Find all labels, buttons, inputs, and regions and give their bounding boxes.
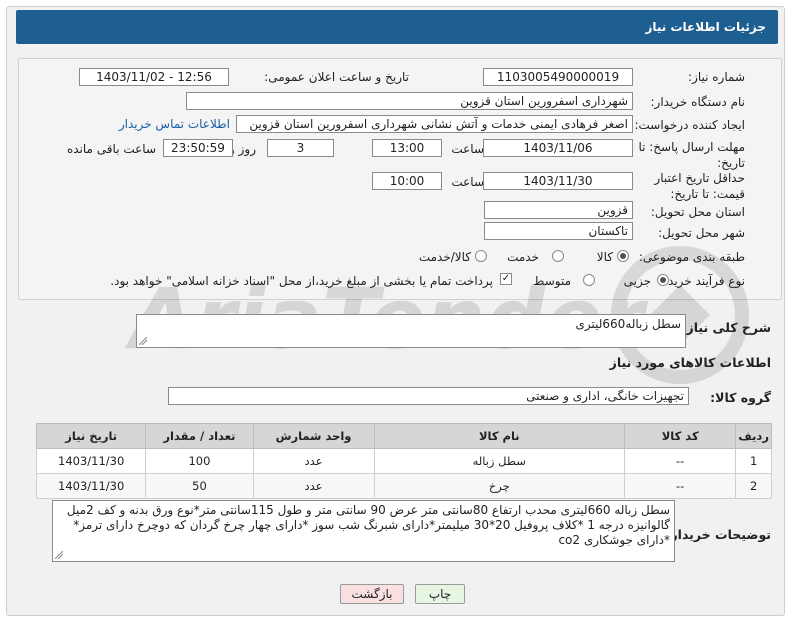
- row-date: 1403/11/30: [35, 448, 147, 474]
- description-text: سطل زباله660لیتری: [575, 317, 681, 331]
- row-code: --: [623, 473, 737, 499]
- buyer-org-field[interactable]: شهرداری اسفرورین استان قزوین: [186, 92, 633, 110]
- city-label: شهر محل تحویل:: [658, 226, 745, 240]
- category-radio-service[interactable]: [552, 250, 564, 262]
- buyer-org-label: نام دستگاه خریدار:: [650, 95, 746, 109]
- buyer-notes-textarea[interactable]: سطل زباله 660لیتری محدب ارتفاع 80سانتی م…: [52, 500, 675, 562]
- validity-time-field[interactable]: 10:00: [372, 172, 442, 190]
- contact-info-link[interactable]: اطلاعات تماس خریدار: [119, 117, 230, 131]
- validity-time-label: ساعت: [451, 175, 484, 189]
- table-header-row: ردیف کد کالا نام کالا واحد شمارش تعداد /…: [35, 423, 772, 449]
- row-qty: 100: [145, 448, 254, 474]
- requester-field[interactable]: اصغر فرهادی ایمنی خدمات و آتش نشانی شهرد…: [236, 115, 633, 133]
- description-textarea[interactable]: سطل زباله660لیتری: [136, 314, 686, 348]
- remaining-time-field[interactable]: 23:50:59: [163, 139, 233, 157]
- category-option-goods-service: کالا/خدمت: [418, 250, 471, 264]
- col-code-header: کد کالا: [623, 423, 737, 449]
- need-number-field[interactable]: 1103005490000019: [483, 68, 633, 86]
- process-radio-medium[interactable]: [583, 274, 595, 286]
- days-label: روز و: [229, 142, 256, 156]
- goods-table: ردیف کد کالا نام کالا واحد شمارش تعداد /…: [35, 423, 772, 499]
- buyer-notes-label: توضیحات خریدار:: [665, 527, 771, 542]
- validity-label: حداقل تاریخ اعتبار قیمت: تا تاریخ:: [654, 171, 745, 201]
- row-code: --: [623, 448, 737, 474]
- print-button[interactable]: چاپ: [415, 584, 465, 604]
- buyer-notes-text: سطل زباله 660لیتری محدب ارتفاع 80سانتی م…: [66, 503, 670, 547]
- process-radio-minor[interactable]: [657, 274, 669, 286]
- row-date: 1403/11/30: [35, 473, 147, 499]
- col-row-header: ردیف: [735, 423, 772, 449]
- process-label: نوع فرآیند خرید :: [660, 274, 745, 288]
- announce-label: تاریخ و ساعت اعلان عمومی:: [264, 70, 409, 84]
- description-label: شرح کلی نیاز:: [681, 320, 771, 335]
- need-number-label: شماره نیاز:: [688, 70, 745, 84]
- table-row[interactable]: 2 -- چرخ عدد 50 1403/11/30: [35, 473, 772, 499]
- remaining-label: ساعت باقی مانده: [66, 142, 156, 156]
- row-number: 1: [735, 448, 772, 474]
- goods-section-title: اطلاعات کالاهای مورد نیاز: [609, 355, 771, 370]
- payment-checkbox[interactable]: ✓: [500, 273, 512, 285]
- process-option-medium: متوسط: [533, 274, 571, 288]
- col-qty-header: تعداد / مقدار: [145, 423, 254, 449]
- row-qty: 50: [145, 473, 254, 499]
- goods-group-field[interactable]: تجهیزات خانگی، اداری و صنعتی: [168, 387, 689, 405]
- province-label: استان محل تحویل:: [650, 205, 745, 219]
- validity-date-field[interactable]: 1403/11/30: [483, 172, 633, 190]
- announce-field[interactable]: 1403/11/02 - 12:56: [79, 68, 229, 86]
- col-name-header: نام کالا: [373, 423, 625, 449]
- payment-note: پرداخت تمام یا بخشی از مبلغ خرید،از محل …: [110, 274, 493, 288]
- title-bar: جزئیات اطلاعات نیاز: [16, 10, 778, 44]
- goods-group-label: گروه کالا:: [710, 390, 771, 405]
- reply-date-field[interactable]: 1403/11/06: [483, 139, 633, 157]
- province-field[interactable]: قزوین: [484, 201, 633, 219]
- category-option-service: خدمت: [507, 250, 539, 264]
- row-number: 2: [735, 473, 772, 499]
- category-radio-goods-service[interactable]: [475, 250, 487, 262]
- row-name: چرخ: [373, 473, 625, 499]
- col-date-header: تاریخ نیاز: [35, 423, 147, 449]
- row-unit: عدد: [252, 448, 375, 474]
- reply-time-field[interactable]: 13:00: [372, 139, 442, 157]
- city-field[interactable]: تاکستان: [484, 222, 633, 240]
- requester-label: ایجاد کننده درخواست:: [634, 118, 745, 132]
- back-button[interactable]: بازگشت: [340, 584, 404, 604]
- page-title: جزئیات اطلاعات نیاز: [645, 20, 766, 34]
- category-radio-goods[interactable]: [617, 250, 629, 262]
- days-field[interactable]: 3: [267, 139, 334, 157]
- resize-grip-icon[interactable]: [139, 337, 147, 345]
- table-row[interactable]: 1 -- سطل زباله عدد 100 1403/11/30: [35, 448, 772, 474]
- process-option-minor: جزیی: [623, 274, 651, 288]
- reply-deadline-label: مهلت ارسال پاسخ: تا تاریخ:: [638, 140, 745, 170]
- row-unit: عدد: [252, 473, 375, 499]
- reply-time-label: ساعت: [451, 142, 484, 156]
- row-name: سطل زباله: [373, 448, 625, 474]
- category-label: طبقه بندی موضوعی:: [638, 250, 745, 264]
- resize-grip-icon[interactable]: [55, 551, 63, 559]
- category-option-goods: کالا: [596, 250, 613, 264]
- col-unit-header: واحد شمارش: [252, 423, 375, 449]
